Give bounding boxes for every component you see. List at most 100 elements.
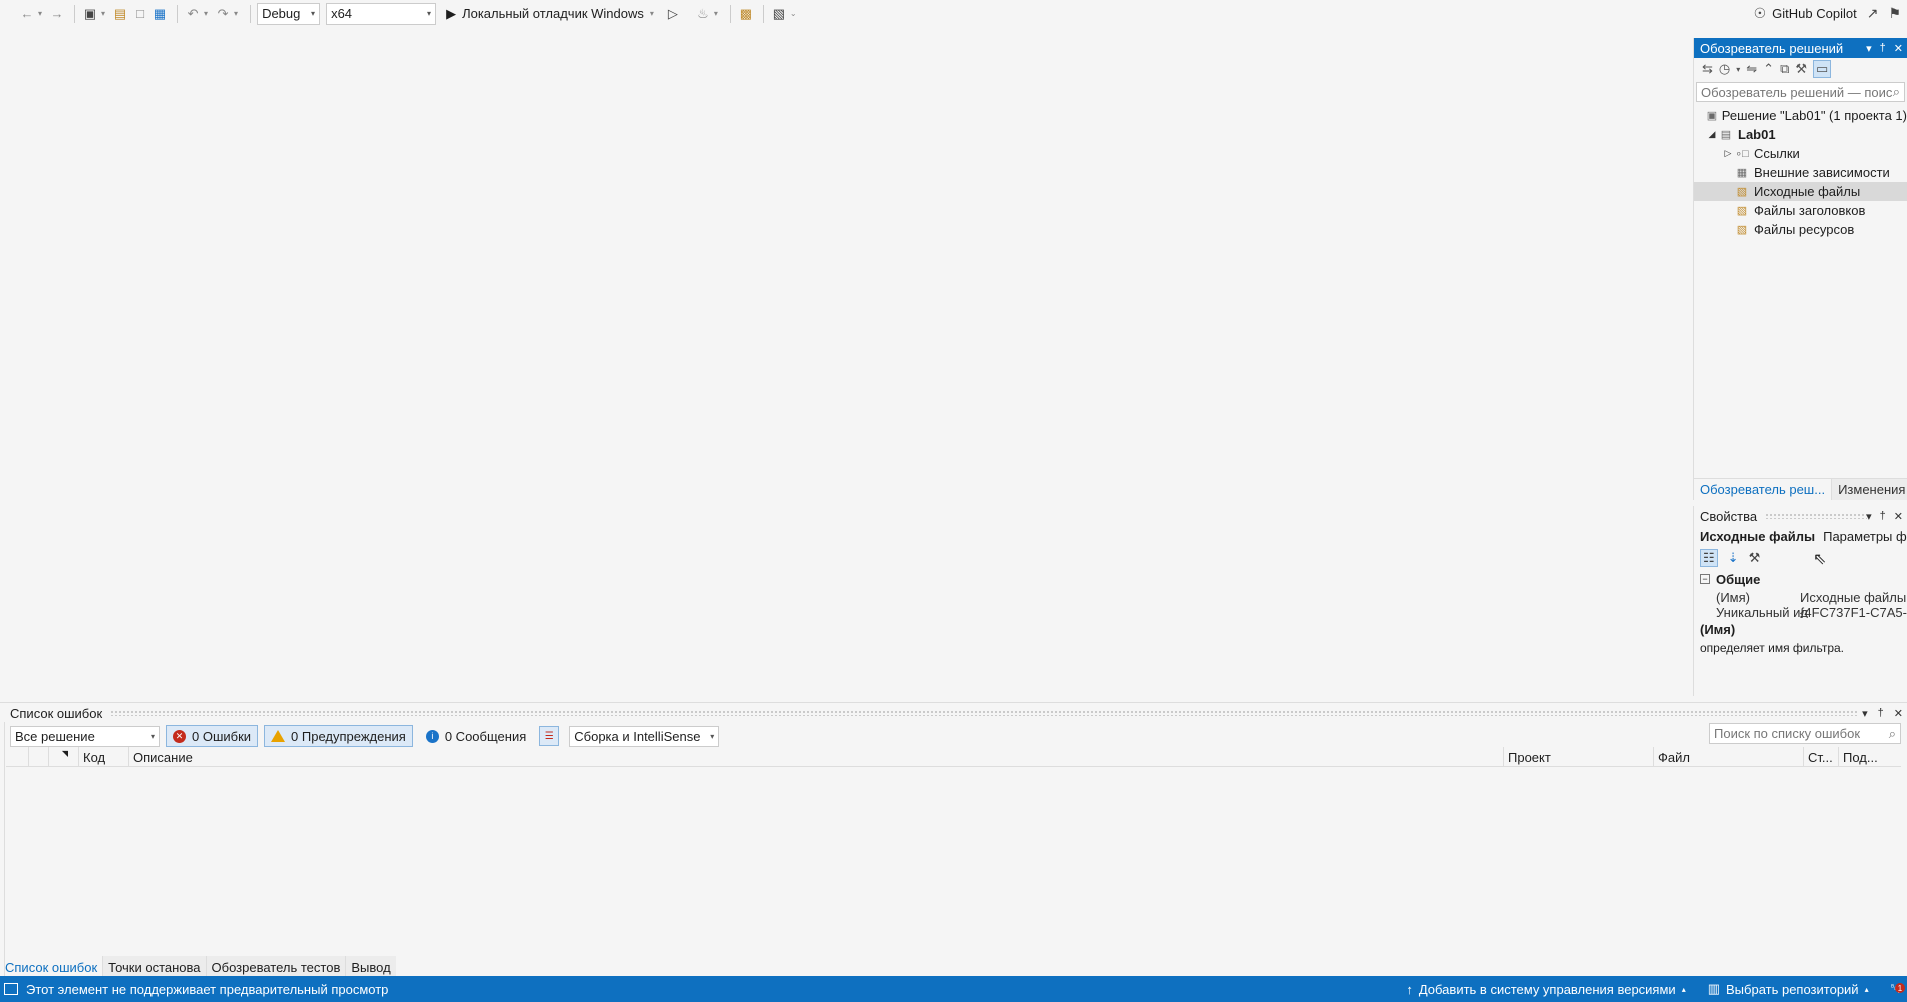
properties-object-selector[interactable]: Исходные файлы Параметры фил ▾ — [1694, 526, 1907, 546]
undo-dropdown-icon[interactable]: ▾ — [204, 9, 208, 18]
close-icon[interactable]: ✕ — [1894, 42, 1903, 55]
expanded-icon[interactable]: ◢ — [1706, 129, 1718, 140]
property-group[interactable]: − Общие — [1694, 570, 1907, 588]
error-icon: ✕ — [173, 729, 186, 743]
column-code[interactable]: Код — [78, 747, 128, 767]
pending-changes-icon[interactable]: ⇋ — [1746, 61, 1757, 77]
redo-dropdown-icon[interactable]: ▾ — [234, 9, 238, 18]
share-icon[interactable]: ↗ — [1867, 5, 1879, 22]
scope-select[interactable]: Все решение ▾ — [10, 725, 160, 747]
copilot-button[interactable]: GitHub Copilot — [1772, 6, 1857, 21]
solution-icon[interactable]: ▩ — [737, 4, 755, 24]
errors-filter-button[interactable]: ✕ 0 Ошибки — [166, 725, 259, 747]
run-label: Локальный отладчик Windows — [462, 6, 644, 21]
add-vcs-label: Добавить в систему управления версиями — [1418, 981, 1676, 997]
platform-select[interactable]: x64 ▾ — [326, 2, 437, 25]
tree-item-header-files[interactable]: ▧ Файлы заголовков — [1694, 201, 1907, 220]
solution-explorer-toolbar: ⇆ ◷ ▾ ⇋ ⌃ ⧉ ⚒ ▭ — [1694, 58, 1907, 80]
pin-icon[interactable]: † — [1880, 42, 1886, 54]
select-repository-button[interactable]: ▥ Выбрать репозиторий ▴ — [1708, 981, 1869, 997]
hot-reload-icon[interactable]: ♨ — [694, 4, 712, 24]
column-description[interactable]: Описание — [128, 747, 1508, 767]
tree-item-source-files[interactable]: ▧ Исходные файлы — [1694, 182, 1907, 201]
column-line[interactable]: Ст... — [1803, 747, 1838, 767]
messages-filter-button[interactable]: i 0 Сообщения — [419, 725, 533, 747]
pin-icon[interactable]: † — [1878, 707, 1884, 719]
close-icon[interactable]: ✕ — [1894, 707, 1903, 720]
tree-item-references[interactable]: ▷ ∘□ Ссылки — [1694, 144, 1907, 163]
show-all-files-icon[interactable]: ⧉ — [1780, 61, 1789, 77]
config-select[interactable]: Debug ▾ — [257, 2, 321, 25]
redo-icon[interactable]: ↷ — [214, 4, 232, 24]
tab-output[interactable]: Вывод — [345, 956, 396, 978]
error-list-title-bar[interactable]: Список ошибок ▾ † ✕ — [0, 703, 1907, 723]
tree-item-resource-files[interactable]: ▧ Файлы ресурсов — [1694, 220, 1907, 239]
new-project-dropdown-icon[interactable]: ▾ — [101, 9, 105, 18]
run-dropdown-icon[interactable]: ▾ — [650, 9, 654, 18]
chevron-down-icon[interactable]: ▾ — [1736, 65, 1740, 74]
collapsed-icon[interactable]: ▷ — [1722, 148, 1734, 159]
alphabetical-icon[interactable]: ⇣ — [1728, 550, 1739, 566]
tab-breakpoints[interactable]: Точки останова — [102, 956, 206, 978]
feedback-icon[interactable]: ⚑ — [1888, 5, 1901, 22]
mouse-cursor-icon: ⇖ — [1813, 551, 1827, 568]
property-value[interactable]: {4FC737F1-C7A5- — [1800, 606, 1907, 618]
column-suppression[interactable]: Под... — [1838, 747, 1888, 767]
column-select[interactable] — [6, 747, 28, 767]
pin-icon[interactable]: † — [1880, 510, 1886, 522]
save-all-icon[interactable]: ▦ — [151, 4, 169, 24]
error-list-header: ◥ Код Описание Проект Файл Ст... Под... — [6, 747, 1901, 767]
new-project-icon[interactable]: ▣ — [81, 4, 99, 24]
source-select[interactable]: Сборка и IntelliSense ▾ — [569, 725, 720, 747]
history-icon[interactable]: ◷ — [1719, 61, 1730, 77]
column-icon[interactable] — [28, 747, 48, 767]
tab-error-list[interactable]: Список ошибок — [0, 956, 102, 978]
warning-icon — [271, 730, 286, 742]
layout-icon[interactable]: ▧ — [770, 4, 788, 24]
open-icon[interactable]: ▤ — [111, 4, 129, 24]
layout-dropdown-icon[interactable]: ⌄ — [790, 9, 797, 18]
close-icon[interactable]: ✕ — [1894, 510, 1903, 523]
property-value[interactable]: Исходные файлы — [1800, 590, 1906, 605]
solution-explorer-search[interactable]: Обозреватель решений — поис ⌕ — [1696, 82, 1905, 102]
tab-git-changes[interactable]: Изменения Git — [1831, 479, 1907, 500]
sync-icon[interactable]: ⇆ — [1702, 61, 1713, 77]
error-list-search[interactable]: Поиск по списку ошибок ⌕ — [1709, 723, 1901, 744]
column-file[interactable]: Файл — [1653, 747, 1803, 767]
save-icon[interactable]: □ — [131, 4, 149, 24]
solution-explorer-title-bar[interactable]: Обозреватель решений ▾ † ✕ — [1694, 38, 1907, 58]
tab-solution-explorer[interactable]: Обозреватель реш... — [1694, 482, 1831, 497]
play-outline-icon[interactable]: ▷ — [664, 4, 682, 24]
tree-item-project[interactable]: ◢ ▤ Lab01 — [1694, 125, 1907, 144]
properties-title: Свойства — [1700, 508, 1758, 524]
filter-icon[interactable]: ☰ — [539, 726, 560, 746]
tab-test-explorer[interactable]: Обозреватель тестов — [205, 956, 346, 978]
add-to-source-control-button[interactable]: ↑ Добавить в систему управления версиями… — [1406, 982, 1685, 997]
warnings-filter-button[interactable]: 0 Предупреждения — [264, 725, 413, 747]
tree-item-solution[interactable]: ▣ Решение "Lab01" (1 проекта 1) — [1694, 106, 1907, 125]
categorized-icon[interactable]: ☷ — [1700, 549, 1718, 567]
sort-icon[interactable]: ◥ — [48, 747, 68, 767]
copilot-icon[interactable]: ☉ — [1754, 5, 1767, 22]
preview-icon[interactable]: ▭ — [1813, 60, 1832, 78]
chevron-down-icon[interactable]: ▾ — [1866, 510, 1872, 523]
collapse-all-icon[interactable]: ⌃ — [1763, 61, 1774, 77]
run-debugger-button[interactable]: ▶ Локальный отладчик Windows ▾ — [442, 3, 664, 25]
tree-item-external-deps[interactable]: ▦ Внешние зависимости — [1694, 163, 1907, 182]
properties-toolbar: ☷ ⇣ ⚒ — [1694, 546, 1907, 570]
hot-reload-dropdown-icon[interactable]: ▾ — [714, 9, 718, 18]
back-dropdown-icon[interactable]: ▾ — [38, 9, 42, 18]
notifications-button[interactable]: ␇ 1 — [1891, 981, 1905, 997]
wrench-icon[interactable]: ⚒ — [1749, 550, 1761, 566]
forward-icon[interactable]: → — [48, 4, 66, 24]
property-row[interactable]: (Имя) Исходные файлы — [1694, 588, 1907, 606]
back-icon[interactable]: ← — [18, 4, 36, 24]
property-row[interactable]: Уникальный ид {4FC737F1-C7A5- — [1694, 606, 1907, 618]
properties-title-bar[interactable]: Свойства ▾ † ✕ — [1694, 506, 1907, 526]
collapse-icon[interactable]: − — [1700, 574, 1710, 584]
chevron-down-icon[interactable]: ▾ — [1866, 42, 1872, 55]
column-project[interactable]: Проект — [1503, 747, 1653, 767]
chevron-down-icon[interactable]: ▾ — [1862, 707, 1868, 720]
undo-icon[interactable]: ↶ — [184, 4, 202, 24]
wrench-icon[interactable]: ⚒ — [1795, 61, 1807, 77]
